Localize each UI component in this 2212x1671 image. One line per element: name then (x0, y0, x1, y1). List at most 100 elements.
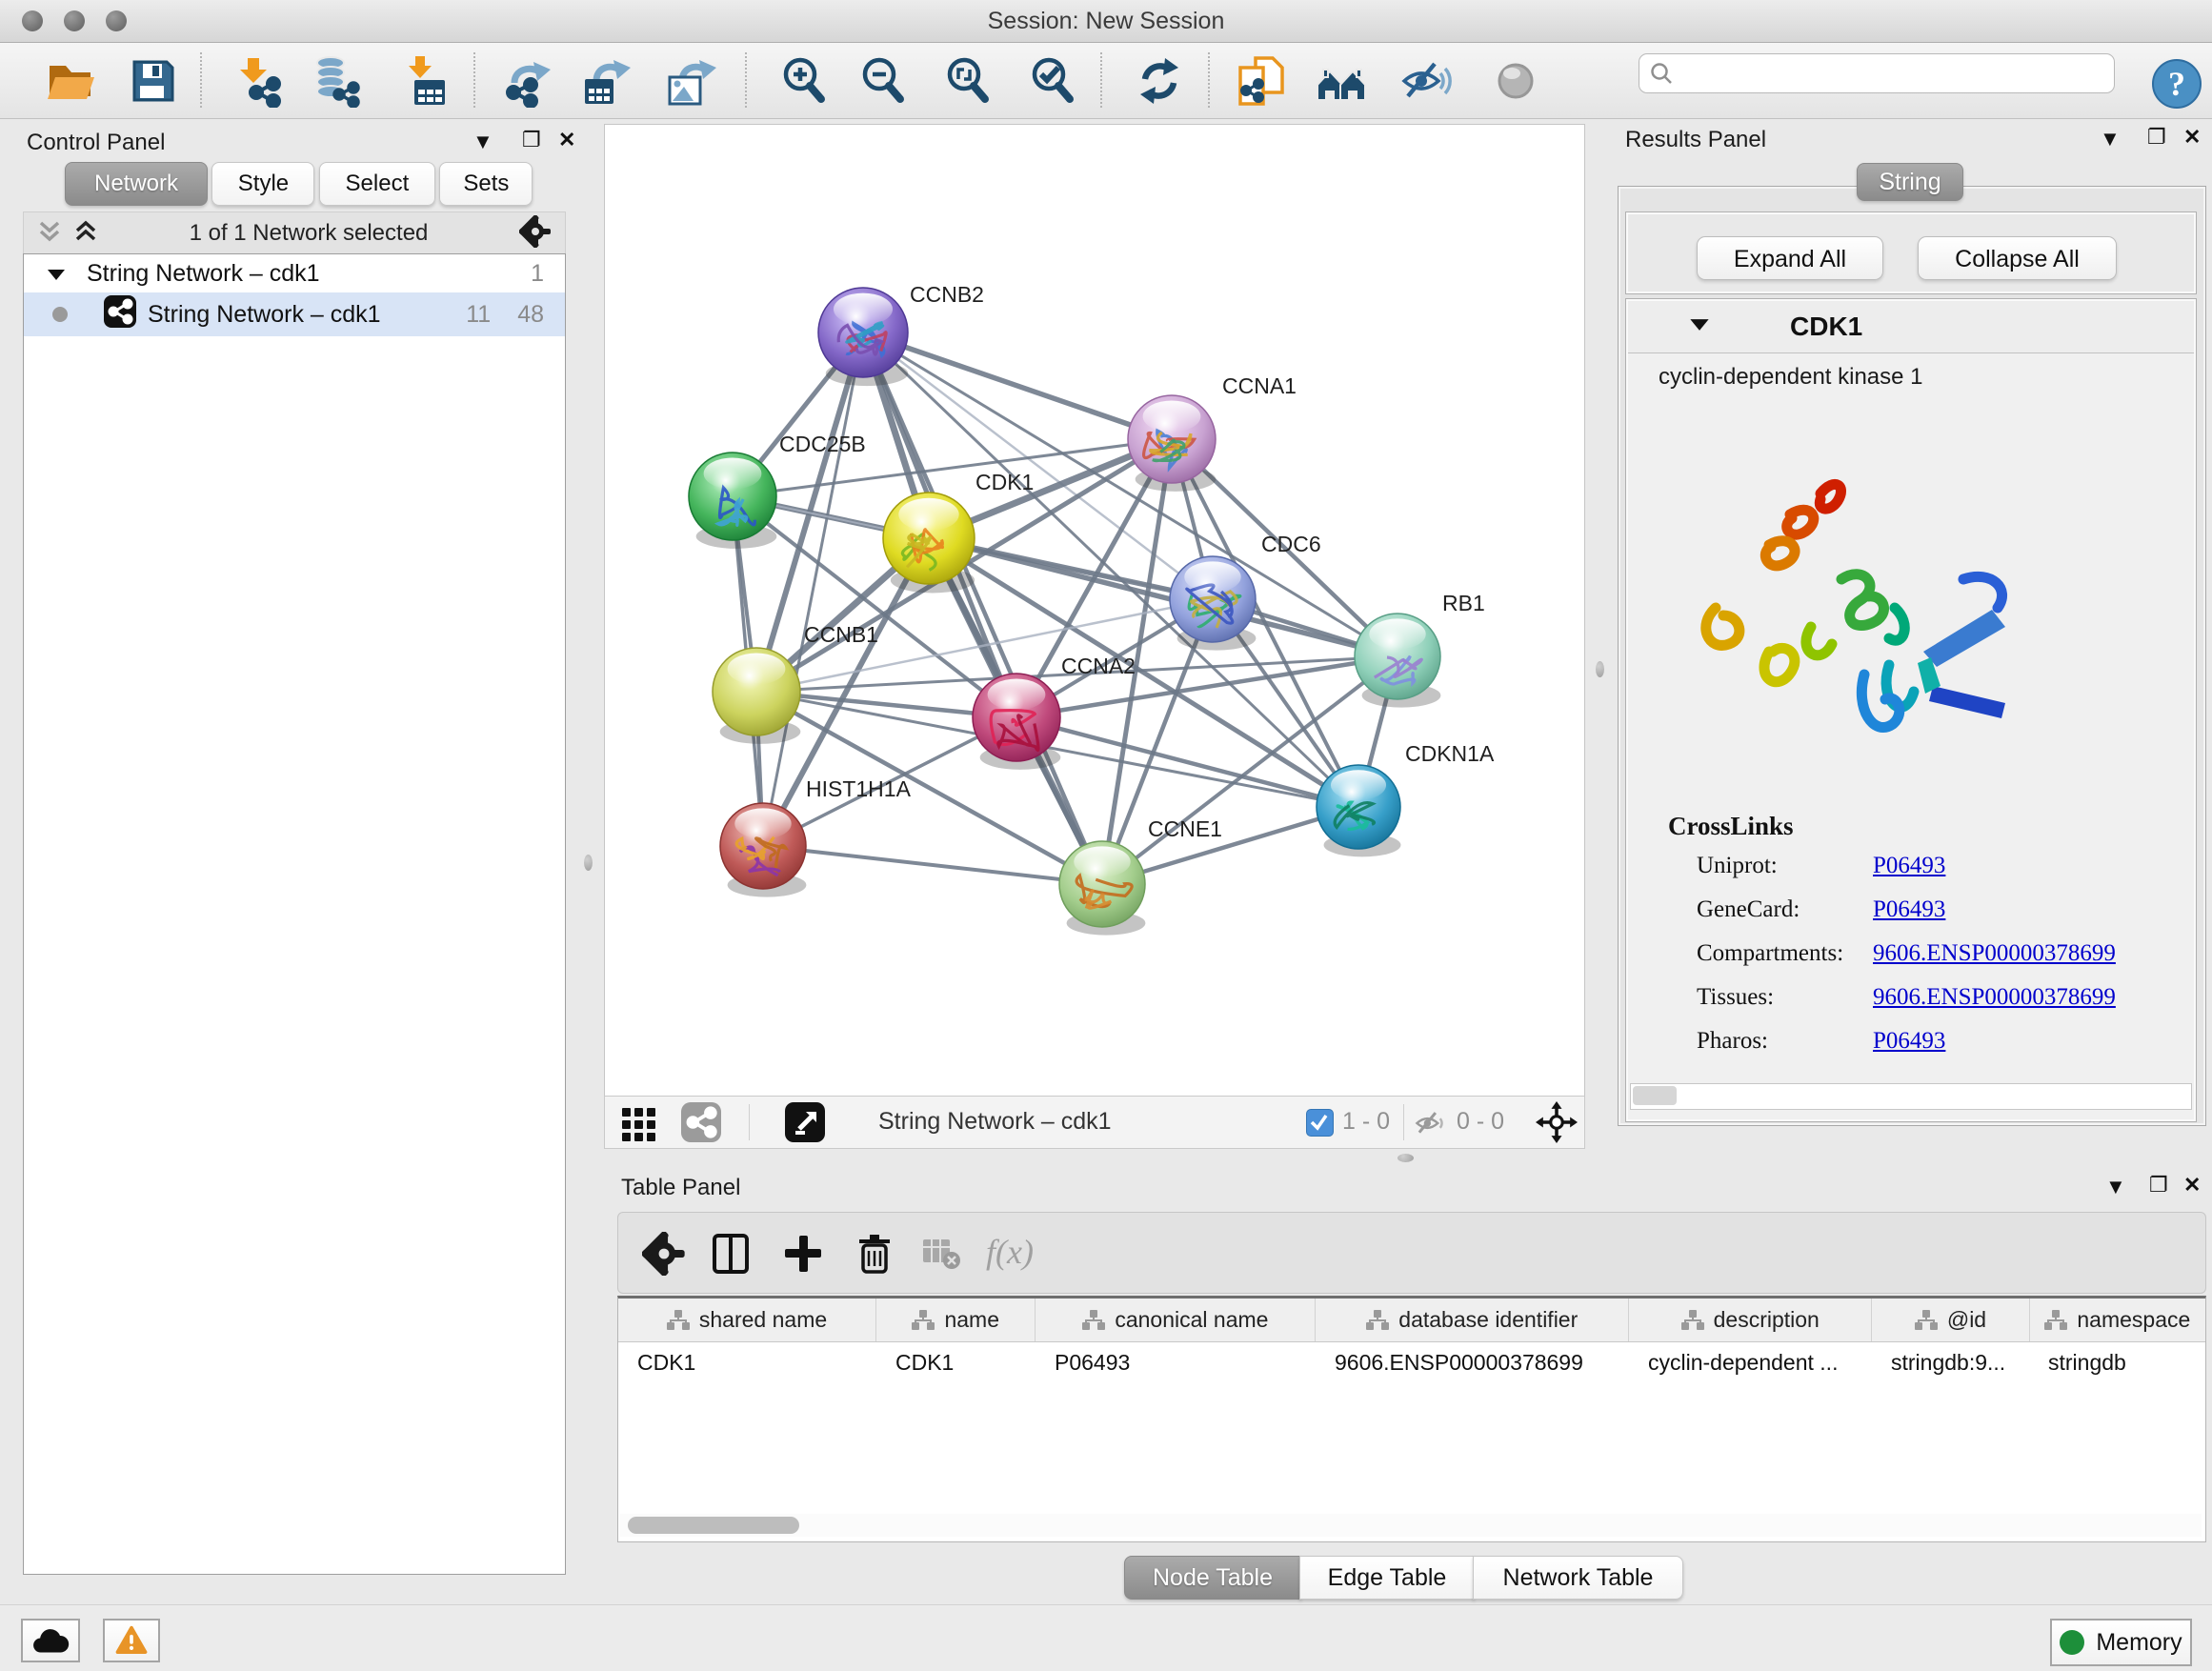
expand-all-chevron-icon[interactable] (73, 217, 98, 251)
vertical-splitter-handle[interactable] (1596, 661, 1604, 677)
birds-eye-view-icon[interactable] (785, 1102, 825, 1147)
column-header-id[interactable]: @id (1872, 1299, 2029, 1341)
panel-menu-icon[interactable]: ▼ (2100, 127, 2121, 151)
tab-select[interactable]: Select (319, 162, 435, 206)
horizontal-splitter-handle[interactable] (1398, 1154, 1414, 1162)
crosslink-link[interactable]: P06493 (1873, 1028, 1945, 1054)
panel-float-icon[interactable]: ❐ (2147, 125, 2166, 150)
network-edge[interactable] (929, 538, 1398, 656)
scrollbar-thumb[interactable] (628, 1517, 799, 1534)
current-network-name: String Network – cdk1 (878, 1108, 1112, 1136)
table-row[interactable]: CDK1 CDK1 P06493 9606.ENSP00000378699 cy… (618, 1342, 2205, 1382)
memory-button[interactable]: Memory (2050, 1619, 2192, 1666)
cell-canonical-name[interactable]: P06493 (1036, 1350, 1316, 1376)
selected-checkbox-icon[interactable] (1306, 1109, 1334, 1137)
crosslink-link[interactable]: P06493 (1873, 896, 1945, 922)
tab-style[interactable]: Style (211, 162, 314, 206)
tab-string[interactable]: String (1857, 163, 1963, 201)
column-header-namespace[interactable]: namespace (2030, 1299, 2205, 1341)
column-header-database-identifier[interactable]: database identifier (1316, 1299, 1629, 1341)
gear-icon[interactable] (519, 215, 552, 252)
warning-status-button[interactable] (103, 1619, 160, 1662)
crosslink-link[interactable]: 9606.ENSP00000378699 (1873, 984, 2116, 1010)
export-network-icon[interactable] (501, 54, 554, 108)
tab-network[interactable]: Network (65, 162, 208, 206)
network-collection-row[interactable]: String Network – cdk1 1 (24, 254, 565, 292)
delete-table-icon-disabled (919, 1232, 963, 1276)
panel-menu-icon[interactable]: ▼ (2105, 1175, 2126, 1199)
panel-close-icon[interactable]: ✕ (558, 128, 575, 152)
import-table-icon[interactable] (398, 54, 452, 108)
open-folder-icon[interactable] (43, 54, 96, 108)
crosslink-link[interactable]: 9606.ENSP00000378699 (1873, 940, 2116, 966)
cell-database-identifier[interactable]: 9606.ENSP00000378699 (1316, 1350, 1629, 1376)
cell-shared-name[interactable]: CDK1 (618, 1350, 876, 1376)
network-edge[interactable] (863, 332, 1102, 884)
protein-card-header[interactable]: CDK1 (1628, 301, 2194, 353)
collection-label: String Network – cdk1 (87, 260, 531, 288)
status-bar: Memory (0, 1604, 2212, 1671)
cell-id[interactable]: stringdb:9... (1872, 1350, 2029, 1376)
export-table-icon[interactable] (579, 54, 633, 108)
network-view-canvas[interactable]: CCNB2CCNA1CDC25BCDK1CDC6RB1CCNB1CCNA2CDK… (604, 124, 1585, 1097)
tab-edge-table[interactable]: Edge Table (1299, 1556, 1475, 1600)
search-input[interactable] (1674, 61, 2114, 86)
tab-network-table[interactable]: Network Table (1473, 1556, 1683, 1600)
table-horizontal-scrollbar[interactable] (620, 1514, 2202, 1537)
cell-name[interactable]: CDK1 (876, 1350, 1036, 1376)
control-panel-title: Control Panel (27, 130, 165, 156)
collapse-all-button[interactable]: Collapse All (1918, 236, 2117, 280)
zoom-fit-icon[interactable] (941, 54, 995, 108)
column-header-description[interactable]: description (1629, 1299, 1872, 1341)
column-header-name[interactable]: name (876, 1299, 1036, 1341)
zoom-out-icon[interactable] (856, 54, 910, 108)
cell-namespace[interactable]: stringdb (2029, 1350, 2205, 1376)
import-database-icon[interactable] (310, 54, 363, 108)
network-edge[interactable] (763, 332, 863, 846)
import-network-icon[interactable] (232, 54, 286, 108)
cloud-status-button[interactable] (21, 1619, 80, 1662)
tab-sets[interactable]: Sets (439, 162, 533, 206)
network-edge[interactable] (763, 846, 1102, 884)
panel-float-icon[interactable]: ❐ (2149, 1173, 2168, 1198)
column-header-shared-name[interactable]: shared name (618, 1299, 876, 1341)
node-gloss (1143, 401, 1201, 433)
save-session-icon[interactable] (125, 54, 178, 108)
delete-column-icon[interactable] (853, 1232, 896, 1276)
hide-panel-eye-icon[interactable] (1400, 54, 1454, 108)
help-icon[interactable]: ? (2150, 57, 2196, 103)
collapse-triangle-icon[interactable] (1689, 317, 1710, 336)
tab-node-table[interactable]: Node Table (1124, 1556, 1301, 1600)
panel-menu-icon[interactable]: ▼ (473, 130, 493, 154)
export-image-icon[interactable] (663, 54, 716, 108)
panel-float-icon[interactable]: ❐ (522, 128, 541, 152)
search-icon (1649, 61, 1674, 86)
application-window: Session: New Session ? Control Panel (0, 0, 2212, 1671)
fit-content-crosshair-icon[interactable] (1536, 1101, 1578, 1148)
panel-close-icon[interactable]: ✕ (2183, 1173, 2201, 1198)
share-document-icon[interactable] (1235, 54, 1288, 108)
string-share-icon[interactable] (681, 1102, 721, 1147)
refresh-icon[interactable] (1133, 54, 1186, 108)
crosslink-link[interactable]: P06493 (1873, 853, 1945, 878)
collapse-all-chevron-icon[interactable] (37, 217, 62, 251)
table-gear-icon[interactable] (642, 1232, 686, 1276)
panel-close-icon[interactable]: ✕ (2183, 125, 2201, 150)
select-columns-icon[interactable] (709, 1232, 753, 1276)
cell-description[interactable]: cyclin-dependent ... (1629, 1350, 1872, 1376)
network-edge[interactable] (863, 332, 1172, 439)
node-label-rb1: RB1 (1442, 591, 1485, 615)
search-box (1639, 53, 2115, 93)
vertical-splitter-handle[interactable] (584, 855, 593, 871)
zoom-in-icon[interactable] (777, 54, 831, 108)
expand-all-button[interactable]: Expand All (1697, 236, 1883, 280)
zoom-selected-icon[interactable] (1026, 54, 1079, 108)
results-scrollbar[interactable] (1630, 1083, 2192, 1110)
grid-view-icon[interactable] (620, 1104, 658, 1147)
add-column-icon[interactable] (781, 1232, 825, 1276)
column-header-canonical-name[interactable]: canonical name (1036, 1299, 1316, 1341)
home-pages-icon[interactable] (1316, 54, 1369, 108)
protein-name: CDK1 (1790, 312, 1862, 342)
network-row-selected[interactable]: String Network – cdk1 11 48 (24, 292, 565, 336)
collapse-triangle-icon[interactable] (47, 260, 66, 288)
